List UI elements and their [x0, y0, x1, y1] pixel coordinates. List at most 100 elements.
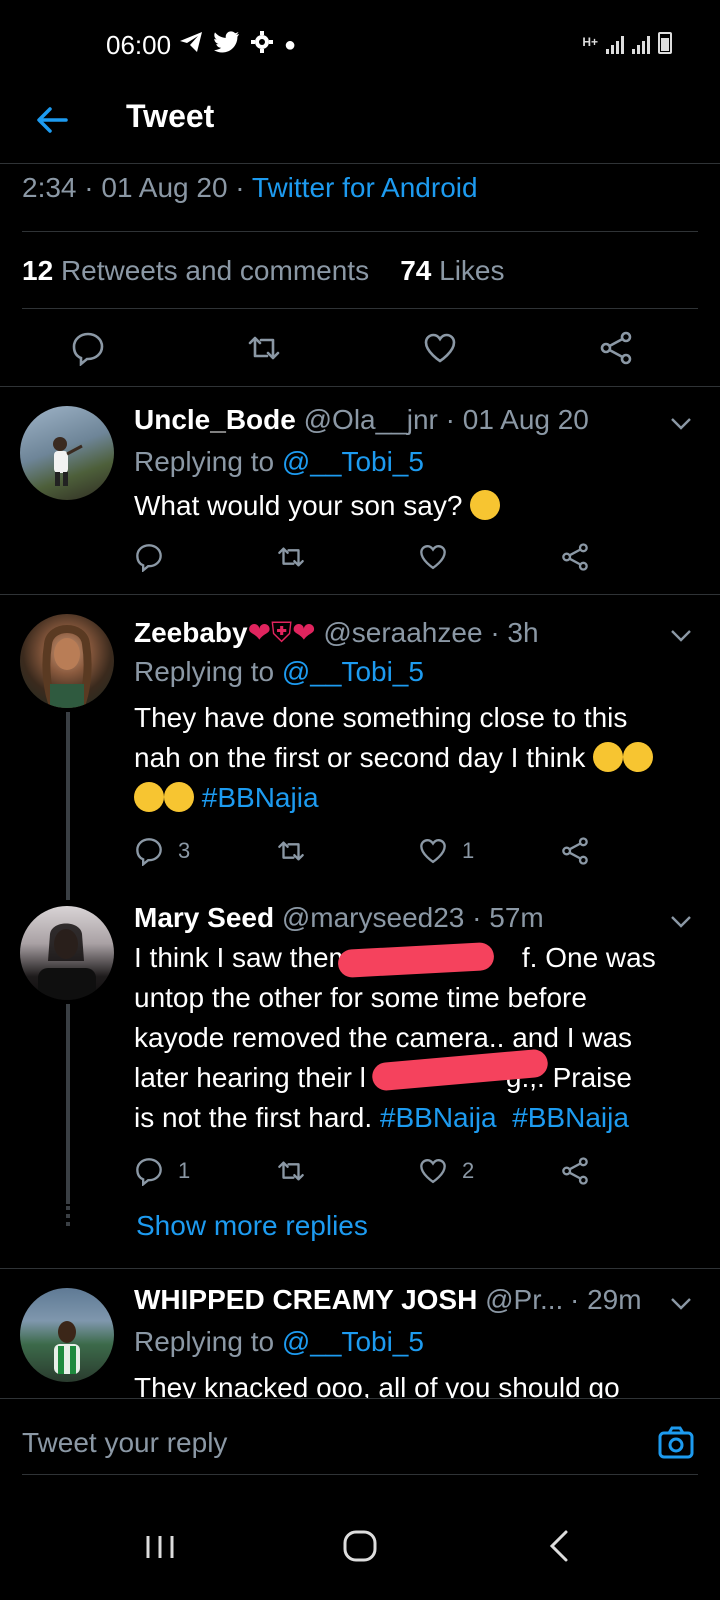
thread-line-dot	[66, 1214, 70, 1218]
hashtag-link[interactable]: #BBNajia	[202, 782, 319, 813]
author-handle: @maryseed23	[281, 902, 465, 933]
tweet-time: · 3h	[490, 617, 539, 648]
author-handle: @Pr...	[485, 1284, 564, 1315]
reply-icon[interactable]	[134, 1156, 164, 1187]
retweet-icon[interactable]	[276, 836, 306, 866]
meta-separator: ·	[235, 172, 245, 203]
divider	[0, 1268, 720, 1269]
share-icon[interactable]	[560, 542, 590, 572]
thread-line-dot	[66, 1206, 70, 1210]
network-type-label: H+	[582, 35, 598, 49]
laughing-emoji-icon	[593, 742, 624, 772]
signal-bars-icon-2	[632, 36, 650, 54]
signal-bars-icon	[606, 36, 624, 54]
retweets-stat[interactable]: 12 Retweets and comments	[22, 255, 369, 286]
tweet-text: What would your son say?	[134, 490, 463, 521]
tweet-actions	[0, 330, 720, 370]
camera-icon[interactable]	[656, 1423, 696, 1463]
author-name[interactable]: WHIPPED CREAMY JOSH	[134, 1284, 477, 1315]
notification-dot-icon: ●	[284, 34, 297, 56]
meta-separator: ·	[84, 172, 94, 203]
reply-count: 3	[178, 838, 191, 863]
chevron-down-icon[interactable]	[668, 1290, 694, 1316]
replying-to-label: Replying to	[134, 656, 275, 687]
hashtag-link[interactable]: #BBNaija	[512, 1102, 629, 1133]
avatar[interactable]	[20, 614, 114, 708]
thread-line-dot	[66, 1222, 70, 1226]
smirk-emoji-icon	[470, 490, 501, 520]
laughing-emoji-icon	[134, 782, 164, 812]
app-bar: Tweet	[0, 88, 720, 164]
telegram-icon	[178, 30, 204, 61]
show-more-replies-link[interactable]: Show more replies	[136, 1210, 368, 1242]
battery-icon	[658, 32, 672, 54]
tweet-text: They have done something close to this n…	[134, 698, 694, 818]
shield-emoji-icon: ⛨	[271, 617, 293, 648]
reply-icon[interactable]	[70, 330, 106, 367]
avatar[interactable]	[20, 1288, 114, 1382]
back-icon[interactable]	[538, 1524, 582, 1568]
reply-icon[interactable]	[134, 542, 164, 573]
divider	[22, 1474, 698, 1475]
page-title: Tweet	[126, 98, 215, 134]
tweet-meta: 2:34 · 01 Aug 20 · Twitter for Android	[22, 172, 478, 204]
avatar[interactable]	[20, 906, 114, 1000]
twitter-icon	[214, 31, 240, 60]
reply-actions: 1 2	[134, 1156, 614, 1190]
likes-stat[interactable]: 74 Likes	[400, 255, 504, 286]
retweet-icon[interactable]	[276, 1156, 306, 1186]
hashtag-link[interactable]: #BBNaija	[380, 1102, 497, 1133]
divider	[22, 308, 698, 309]
retweet-icon[interactable]	[276, 542, 306, 572]
tweet-date: 01 Aug 20	[101, 172, 228, 203]
clock: 06:00	[106, 30, 172, 60]
chevron-down-icon[interactable]	[668, 622, 694, 648]
laughing-emoji-icon	[164, 782, 194, 812]
chevron-down-icon[interactable]	[668, 908, 694, 934]
replying-to-handle[interactable]: @__Tobi_5	[282, 446, 424, 477]
reply-input[interactable]: Tweet your reply	[22, 1427, 227, 1459]
heart-emoji-icon: ❤	[247, 617, 272, 648]
author-name[interactable]: Zeebaby	[134, 617, 248, 648]
chevron-down-icon[interactable]	[668, 410, 694, 436]
like-heart-icon[interactable]	[418, 542, 448, 572]
like-count: 2	[462, 1158, 475, 1183]
retweet-icon[interactable]	[246, 330, 282, 366]
reply-icon[interactable]	[134, 836, 164, 867]
replying-to-handle[interactable]: @__Tobi_5	[282, 1326, 424, 1357]
laughing-emoji-icon	[623, 742, 654, 772]
back-arrow-icon[interactable]	[32, 100, 72, 140]
author-name[interactable]: Uncle_Bode	[134, 404, 296, 435]
heart-emoji-icon: ❤	[292, 617, 316, 648]
like-heart-icon[interactable]	[418, 1156, 448, 1186]
share-icon[interactable]	[560, 1156, 590, 1186]
tweet-source-link[interactable]: Twitter for Android	[252, 172, 478, 203]
like-count: 1	[462, 838, 475, 863]
recent-apps-icon[interactable]	[138, 1524, 182, 1568]
replying-to-handle[interactable]: @__Tobi_5	[282, 656, 424, 687]
share-icon[interactable]	[598, 330, 634, 366]
reply-actions: 3 1	[134, 836, 614, 870]
like-heart-icon[interactable]	[418, 836, 448, 866]
divider	[0, 594, 720, 595]
author-handle: @Ola__jnr	[303, 404, 438, 435]
replying-to-label: Replying to	[134, 446, 275, 477]
tweet-time: · 57m	[472, 902, 544, 933]
thread-line	[66, 1004, 70, 1204]
tweet-time: · 01 Aug 20	[445, 404, 589, 435]
like-heart-icon[interactable]	[422, 330, 458, 366]
author-name[interactable]: Mary Seed	[134, 902, 274, 933]
avatar[interactable]	[20, 406, 114, 500]
status-bar: 06:00 ● H+	[0, 0, 720, 88]
tweet-stats: 12 Retweets and comments 74 Likes	[22, 255, 505, 287]
tweet-time: · 29m	[570, 1284, 642, 1315]
tweet-time: 2:34	[22, 172, 77, 203]
author-handle: @seraahzee	[323, 617, 483, 648]
home-icon[interactable]	[338, 1524, 382, 1568]
reply-actions	[134, 542, 614, 576]
share-icon[interactable]	[560, 836, 590, 866]
system-nav-bar	[0, 1500, 720, 1600]
settings-gear-icon	[250, 30, 274, 61]
replying-to-label: Replying to	[134, 1326, 275, 1357]
thread-line	[66, 712, 70, 900]
